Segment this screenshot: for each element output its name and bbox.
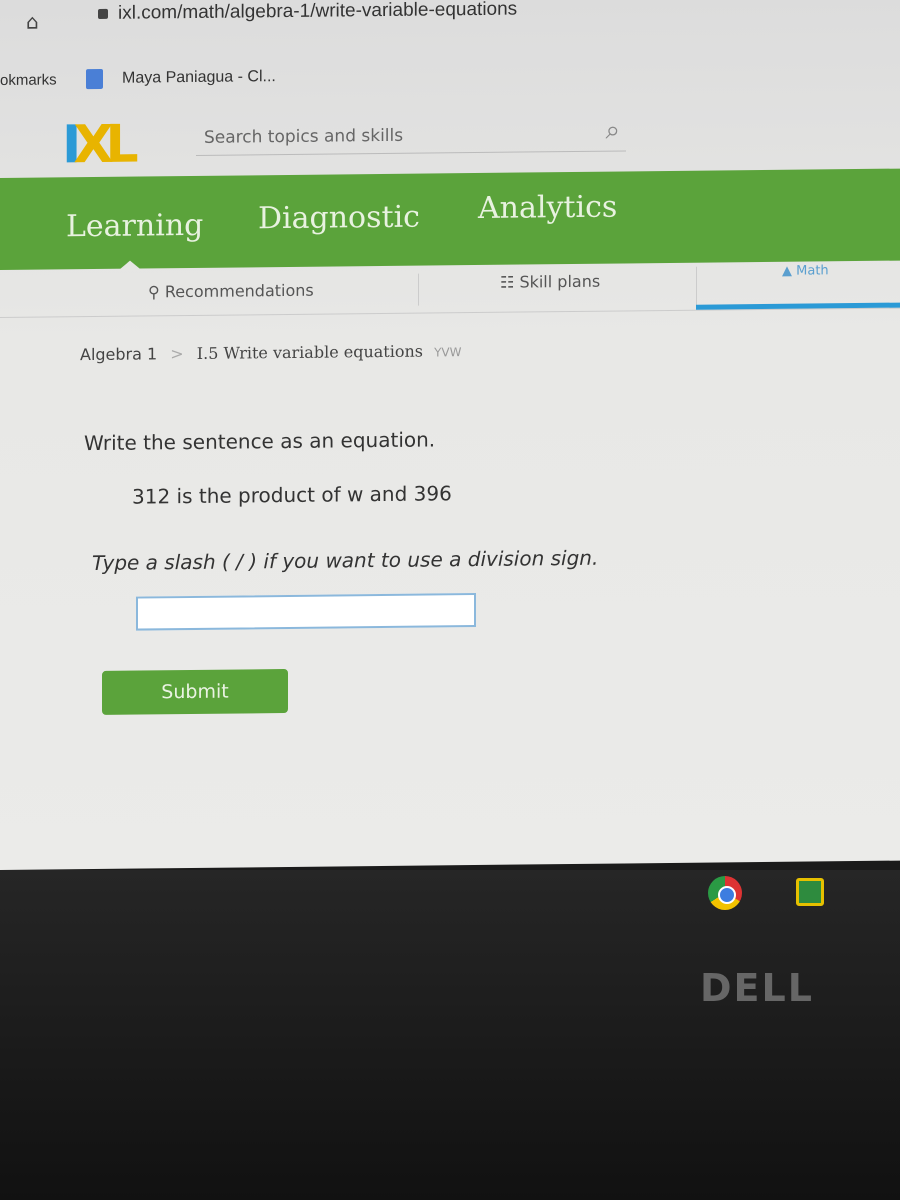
home-icon[interactable]: ⌂	[26, 10, 39, 34]
tab-label: Skill plans	[519, 271, 601, 292]
browser-screen: ⌂ ixl.com/math/algebra-1/write-variable-…	[0, 0, 900, 870]
ixl-logo[interactable]: IXL	[62, 115, 131, 176]
active-tab-underline	[696, 302, 900, 310]
math-icon: ▲	[782, 263, 797, 279]
submit-button[interactable]: Submit	[102, 668, 288, 715]
divider	[418, 273, 419, 306]
answer-input[interactable]	[136, 593, 476, 631]
nav-analytics[interactable]: Analytics	[478, 190, 617, 226]
question-prompt: Write the sentence as an equation.	[84, 427, 436, 456]
breadcrumb: Algebra 1 > I.5 Write variable equations…	[80, 341, 462, 365]
bookmark-item[interactable]: Maya Paniagua - Cl...	[122, 68, 276, 88]
address-bar[interactable]: ixl.com/math/algebra-1/write-variable-eq…	[118, 0, 517, 25]
search-placeholder: Search topics and skills	[204, 125, 404, 148]
classroom-icon[interactable]	[796, 878, 824, 906]
recommendations-icon: ⚲	[148, 282, 165, 302]
chevron-right-icon: >	[170, 344, 184, 364]
laptop-shelf	[0, 870, 900, 1200]
nav-learning[interactable]: Learning	[66, 208, 203, 244]
tab-skill-plans[interactable]: ☷ Skill plans	[500, 272, 600, 292]
lock-icon	[98, 8, 108, 19]
search-icon[interactable]: ⌕	[605, 116, 620, 147]
nav-diagnostic[interactable]: Diagnostic	[258, 200, 420, 237]
sub-nav: ⚲ Recommendations ☷ Skill plans ▲ Math	[0, 260, 900, 318]
question-statement: 312 is the product of w and 396	[132, 481, 452, 509]
tab-math[interactable]: ▲ Math	[782, 263, 829, 278]
tab-label: Math	[796, 263, 829, 279]
chrome-icon[interactable]	[708, 876, 742, 910]
bookmarks-label[interactable]: okmarks	[0, 71, 57, 89]
breadcrumb-subject[interactable]: Algebra 1	[80, 344, 157, 364]
main-nav: Learning Diagnostic Analytics	[0, 168, 900, 271]
skill-code: YVW	[434, 345, 462, 360]
search-input[interactable]: Search topics and skills ⌕	[196, 115, 626, 156]
docs-icon	[86, 68, 103, 90]
tab-recommendations[interactable]: ⚲ Recommendations	[148, 281, 314, 302]
divider	[696, 266, 697, 307]
breadcrumb-skill: I.5 Write variable equations	[196, 341, 423, 363]
question-hint: Type a slash ( / ) if you want to use a …	[92, 545, 599, 576]
skill-plans-icon: ☷	[500, 272, 520, 292]
dell-logo: DELL	[700, 966, 814, 1010]
tab-label: Recommendations	[164, 280, 314, 302]
